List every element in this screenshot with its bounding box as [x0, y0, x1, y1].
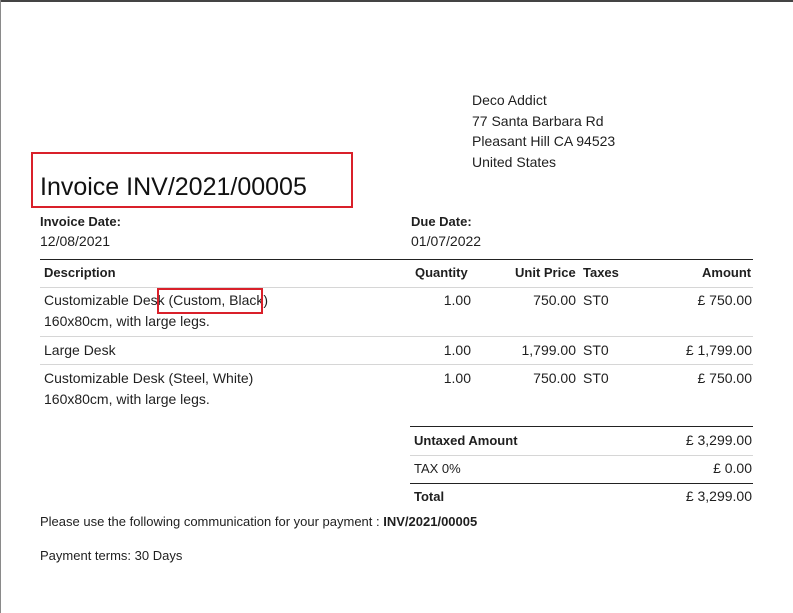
untaxed-amount-label: Untaxed Amount [414, 433, 518, 448]
header-description: Description [44, 265, 116, 280]
header-taxes: Taxes [583, 265, 619, 280]
total-rule [410, 483, 753, 484]
row-unit-price: 1,799.00 [521, 342, 577, 358]
invoice-title: Invoice INV/2021/00005 [40, 173, 307, 201]
communication-text: Please use the following communication f… [40, 514, 380, 529]
page-top-border [0, 0, 793, 2]
totals-top-rule [410, 426, 753, 427]
company-country: United States [472, 153, 557, 170]
row-unit-price: 750.00 [533, 370, 576, 386]
table-top-rule [40, 259, 753, 260]
untaxed-amount-value: £ 3,299.00 [685, 432, 752, 448]
row-amount: £ 750.00 [697, 292, 753, 308]
row-description: Customizable Desk (Steel, White) [44, 370, 254, 386]
row-amount: £ 750.00 [697, 370, 753, 386]
row-unit-price: 750.00 [533, 292, 576, 308]
payment-terms: Payment terms: 30 Days [40, 548, 183, 563]
tax-value: £ 0.00 [713, 460, 752, 476]
company-name: Deco Addict [472, 92, 547, 108]
invoice-date-value: 12/08/2021 [40, 233, 111, 249]
total-value: £ 3,299.00 [685, 488, 752, 504]
due-date-label: Due Date: [411, 214, 472, 229]
header-quantity: Quantity [415, 265, 468, 280]
row-quantity: 1.00 [443, 342, 471, 358]
row-taxes: ST0 [583, 370, 609, 386]
header-unit-price: Unit Price [515, 265, 576, 280]
communication-reference: INV/2021/00005 [383, 514, 478, 529]
total-label: Total [414, 489, 445, 504]
page-left-border [0, 0, 1, 613]
tax-label: TAX 0% [414, 461, 461, 476]
row-description-detail: 160x80cm, with large legs. [44, 391, 210, 407]
row-amount: £ 1,799.00 [685, 342, 752, 358]
row-quantity: 1.00 [443, 370, 471, 386]
invoice-date-label: Invoice Date: [40, 214, 121, 229]
row-description-detail: 160x80cm, with large legs. [44, 313, 210, 329]
company-address: Deco Addict 77 Santa Barbara Rd Pleasant… [472, 90, 615, 172]
row-divider [40, 364, 753, 365]
payment-communication: Please use the following communication f… [40, 514, 477, 529]
row-taxes: ST0 [583, 342, 609, 358]
header-amount: Amount [702, 265, 752, 280]
row-description-main: Customizable Desk [44, 292, 165, 308]
row-description: Large Desk [44, 342, 116, 358]
company-city: Pleasant Hill CA 94523 [472, 133, 616, 149]
row-quantity: 1.00 [443, 292, 471, 308]
company-street: 77 Santa Barbara Rd [472, 112, 604, 129]
totals-divider [410, 455, 753, 456]
variant-highlight-box [157, 288, 263, 314]
due-date-value: 01/07/2022 [411, 233, 482, 249]
row-taxes: ST0 [583, 292, 609, 308]
row-divider [40, 336, 753, 337]
table-header-rule [40, 287, 753, 288]
